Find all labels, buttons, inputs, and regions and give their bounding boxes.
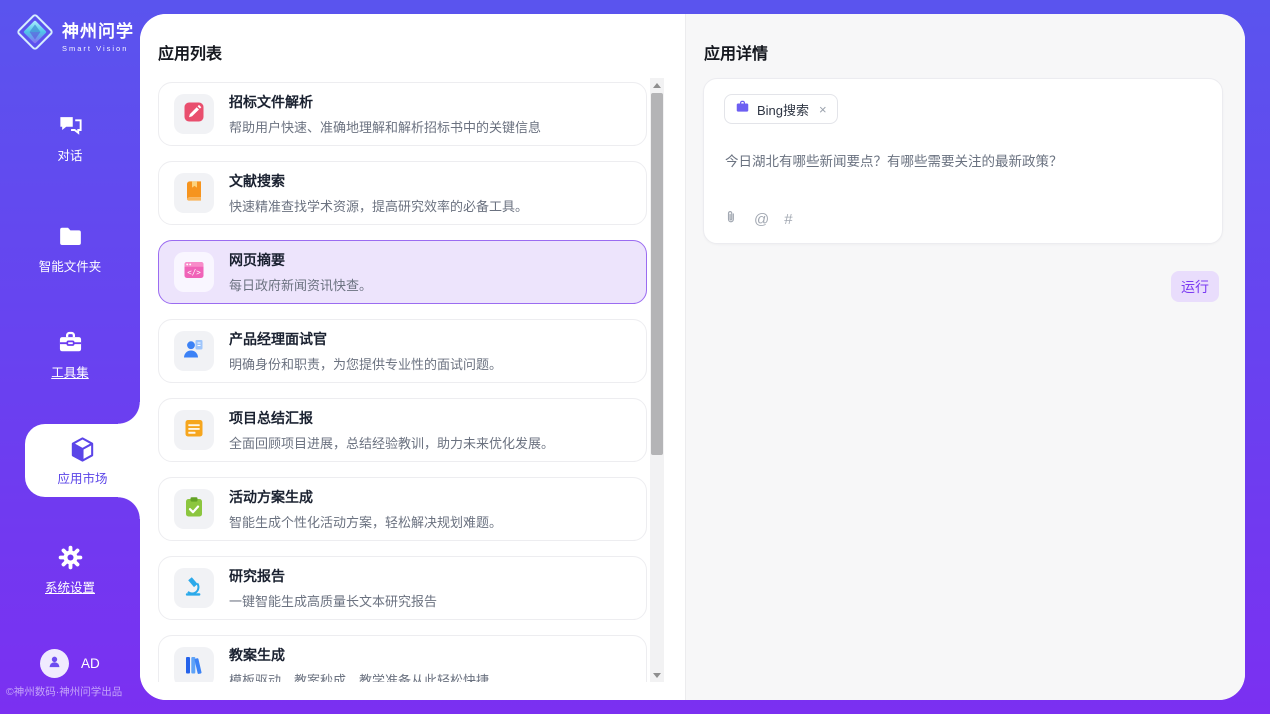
clipboard-check-icon bbox=[182, 495, 206, 524]
app-card-desc: 全面回顾项目进展，总结经验教训，助力未来优化发展。 bbox=[229, 433, 554, 452]
chat-icon bbox=[57, 112, 84, 139]
app-card-name: 文献搜索 bbox=[229, 171, 528, 191]
app-card-desc: 明确身份和职责，为您提供专业性的面试问题。 bbox=[229, 354, 502, 373]
sidebar-item-toolset[interactable]: 工具集 bbox=[0, 329, 140, 382]
user-account[interactable]: AD bbox=[40, 649, 100, 678]
books-icon bbox=[182, 653, 206, 682]
app-icon-tile bbox=[174, 331, 214, 371]
svg-text:</>: </> bbox=[187, 267, 201, 276]
run-button[interactable]: 运行 bbox=[1171, 271, 1219, 302]
app-detail-panel: 应用详情 Bing搜索 × 今日湖北有哪些新闻要点？有哪些需要关注的最新政策？ bbox=[685, 14, 1245, 700]
book-icon bbox=[182, 179, 206, 208]
paperclip-icon[interactable] bbox=[723, 209, 739, 230]
sidebar-item-label: 智能文件夹 bbox=[39, 260, 102, 274]
app-card-name: 招标文件解析 bbox=[229, 92, 541, 112]
scrollbar-thumb[interactable] bbox=[651, 93, 663, 455]
sidebar-item-label: 系统设置 bbox=[45, 581, 95, 595]
microscope-icon bbox=[182, 574, 206, 603]
app-icon-tile bbox=[174, 489, 214, 529]
app-icon-tile bbox=[174, 410, 214, 450]
app-card-desc: 帮助用户快速、准确地理解和解析招标书中的关键信息 bbox=[229, 117, 541, 136]
at-icon[interactable]: @ bbox=[754, 212, 769, 227]
cube-icon bbox=[68, 435, 97, 464]
app-card-desc: 模板驱动，教案秒成，教学准备从此轻松快捷 bbox=[229, 670, 489, 682]
app-card-desc: 一键智能生成高质量长文本研究报告 bbox=[229, 591, 437, 610]
folder-icon bbox=[57, 223, 84, 250]
toolbox-icon bbox=[57, 329, 84, 356]
tool-chip-label: Bing搜索 bbox=[757, 100, 809, 119]
app-card-desc: 智能生成个性化活动方案，轻松解决规划难题。 bbox=[229, 512, 502, 531]
sidebar-item-smart-folder[interactable]: 智能文件夹 bbox=[0, 223, 140, 276]
app-card-name: 活动方案生成 bbox=[229, 487, 502, 507]
close-icon[interactable]: × bbox=[819, 103, 827, 116]
doc-edit-icon bbox=[182, 100, 206, 129]
person-icon bbox=[46, 653, 63, 675]
scroll-up-arrow[interactable] bbox=[650, 78, 664, 92]
user-initials: AD bbox=[81, 656, 100, 671]
scroll-down-arrow[interactable] bbox=[650, 668, 664, 682]
app-card[interactable]: 项目总结汇报 全面回顾项目进展，总结经验教训，助力未来优化发展。 bbox=[158, 398, 647, 462]
app-card-name: 网页摘要 bbox=[229, 250, 372, 270]
app-icon-tile bbox=[174, 568, 214, 608]
app-card[interactable]: 产品经理面试官 明确身份和职责，为您提供专业性的面试问题。 bbox=[158, 319, 647, 383]
hash-icon[interactable]: # bbox=[784, 212, 792, 227]
sidebar-item-label: 工具集 bbox=[51, 366, 89, 380]
app-card[interactable]: 招标文件解析 帮助用户快速、准确地理解和解析招标书中的关键信息 bbox=[158, 82, 647, 146]
app-list-title: 应用列表 bbox=[158, 40, 222, 64]
app-card-name: 研究报告 bbox=[229, 566, 437, 586]
app-icon-tile bbox=[174, 173, 214, 213]
app-list-panel: 应用列表 招标文件解析 帮助用户快速、准确地理解和解析招标书中的关键信息 文献搜… bbox=[140, 14, 685, 700]
scrollbar[interactable] bbox=[650, 78, 664, 682]
app-card-desc: 快速精准查找学术资源，提高研究效率的必备工具。 bbox=[229, 196, 528, 215]
app-card-name: 产品经理面试官 bbox=[229, 329, 502, 349]
composer-toolbar: @ # bbox=[723, 209, 793, 230]
app-card-name: 教案生成 bbox=[229, 645, 489, 665]
brand-logo: 神州问学 Smart Vision bbox=[15, 12, 134, 57]
app-icon-tile bbox=[174, 647, 214, 682]
prompt-card: Bing搜索 × 今日湖北有哪些新闻要点？有哪些需要关注的最新政策？ @ # bbox=[703, 78, 1223, 244]
app-card[interactable]: 文献搜索 快速精准查找学术资源，提高研究效率的必备工具。 bbox=[158, 161, 647, 225]
prompt-text[interactable]: 今日湖北有哪些新闻要点？有哪些需要关注的最新政策？ bbox=[725, 150, 1202, 170]
app-card[interactable]: 活动方案生成 智能生成个性化活动方案，轻松解决规划难题。 bbox=[158, 477, 647, 541]
copyright-text: ©神州数码·神州问学出品 bbox=[6, 684, 122, 699]
brand-name: 神州问学 bbox=[62, 17, 134, 42]
sidebar-item-chat[interactable]: 对话 bbox=[0, 112, 140, 165]
app-list: 招标文件解析 帮助用户快速、准确地理解和解析招标书中的关键信息 文献搜索 快速精… bbox=[158, 78, 664, 682]
app-icon-tile bbox=[174, 94, 214, 134]
browser-code-icon: </> bbox=[182, 258, 206, 287]
sidebar-item-label: 应用市场 bbox=[57, 472, 107, 486]
calendar-icon bbox=[182, 416, 206, 445]
sidebar-item-label: 对话 bbox=[57, 149, 82, 163]
interviewer-icon bbox=[182, 337, 206, 366]
app-detail-title: 应用详情 bbox=[704, 40, 768, 64]
sidebar-item-app-market[interactable]: 应用市场 bbox=[25, 424, 140, 497]
app-card[interactable]: 研究报告 一键智能生成高质量长文本研究报告 bbox=[158, 556, 647, 620]
sidebar-item-settings[interactable]: 系统设置 bbox=[0, 544, 140, 597]
avatar bbox=[40, 649, 69, 678]
sidebar: 神州问学 Smart Vision 对话 智能文件夹 bbox=[0, 0, 140, 714]
app-card-desc: 每日政府新闻资讯快查。 bbox=[229, 275, 372, 294]
app-card-name: 项目总结汇报 bbox=[229, 408, 554, 428]
briefcase-icon bbox=[735, 99, 750, 119]
gear-icon bbox=[57, 544, 84, 571]
tool-chip-bing-search[interactable]: Bing搜索 × bbox=[724, 94, 838, 124]
app-icon-tile: </> bbox=[174, 252, 214, 292]
diamond-logo-icon bbox=[15, 12, 55, 57]
app-card[interactable]: </> 网页摘要 每日政府新闻资讯快查。 bbox=[158, 240, 647, 304]
content-area: 应用列表 招标文件解析 帮助用户快速、准确地理解和解析招标书中的关键信息 文献搜… bbox=[140, 14, 1245, 700]
brand-subtitle: Smart Vision bbox=[62, 44, 134, 53]
app-card[interactable]: 教案生成 模板驱动，教案秒成，教学准备从此轻松快捷 bbox=[158, 635, 647, 682]
